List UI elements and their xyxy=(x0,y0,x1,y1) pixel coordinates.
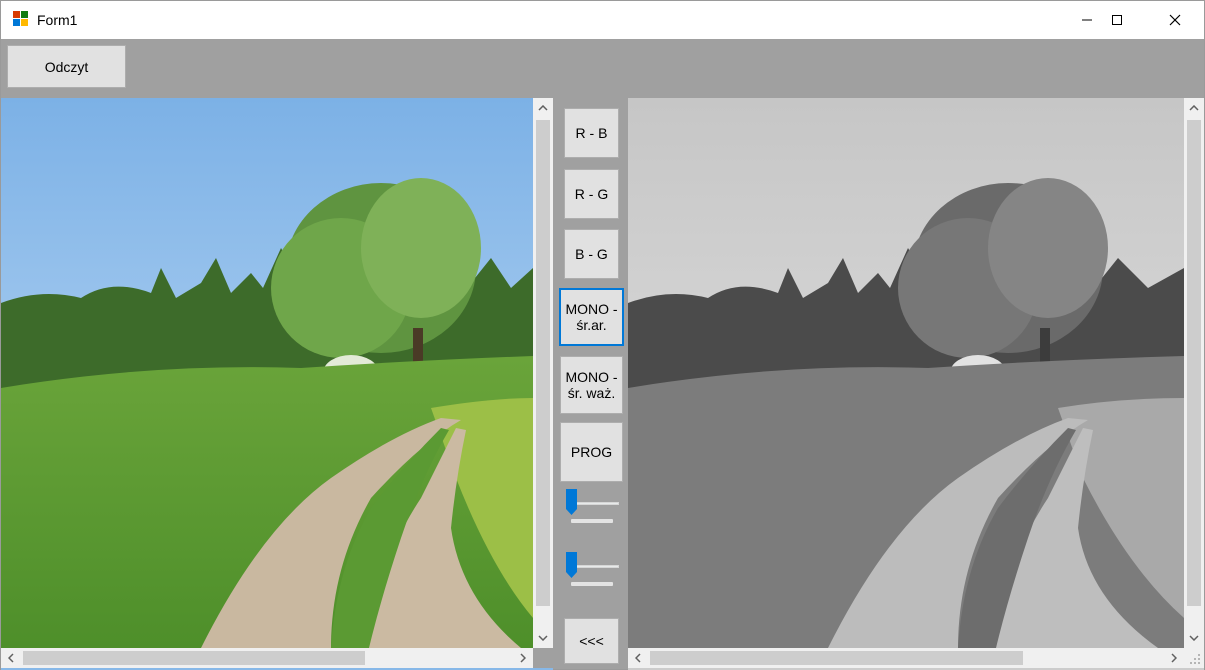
chevron-up-icon xyxy=(538,105,548,111)
chevron-left-icon xyxy=(8,653,14,663)
chevron-down-icon xyxy=(538,635,548,641)
mono-average-label-line2: śr.ar. xyxy=(576,317,607,333)
maximize-button[interactable] xyxy=(1088,1,1146,39)
left-picture-panel[interactable] xyxy=(1,98,553,670)
left-horizontal-scrollbar[interactable] xyxy=(1,648,533,668)
left-horizontal-scroll-thumb[interactable] xyxy=(23,651,365,665)
chevron-up-icon xyxy=(1189,105,1199,111)
slider-1-thumb[interactable] xyxy=(566,489,577,515)
size-grip[interactable] xyxy=(1184,648,1204,668)
chevron-right-icon xyxy=(520,653,526,663)
left-vertical-scrollbar[interactable] xyxy=(533,98,553,648)
mono-average-label-line1: MONO - xyxy=(565,301,618,317)
right-scroll-down-button[interactable] xyxy=(1184,628,1204,648)
right-horizontal-scroll-thumb[interactable] xyxy=(650,651,1023,665)
left-scroll-left-button[interactable] xyxy=(1,648,21,668)
close-icon xyxy=(1169,14,1181,26)
color-landscape-image xyxy=(1,98,533,648)
mono-weighted-label-line2: śr. waż. xyxy=(567,385,616,401)
r-b-button[interactable]: R - B xyxy=(564,108,619,158)
maximize-icon xyxy=(1112,15,1122,25)
right-picture-panel[interactable] xyxy=(628,98,1204,670)
left-vertical-scroll-thumb[interactable] xyxy=(536,120,550,606)
right-scroll-left-button[interactable] xyxy=(628,648,648,668)
load-button[interactable]: Odczyt xyxy=(7,45,126,88)
threshold-button[interactable]: PROG xyxy=(560,422,623,482)
toolbar: Odczyt xyxy=(1,39,1204,98)
size-grip-icon xyxy=(1190,654,1200,664)
right-vertical-scrollbar[interactable] xyxy=(1184,98,1204,648)
right-vertical-scroll-thumb[interactable] xyxy=(1187,120,1201,606)
form-app-icon xyxy=(13,11,29,27)
right-scroll-up-button[interactable] xyxy=(1184,98,1204,118)
r-g-button[interactable]: R - G xyxy=(564,169,619,219)
right-horizontal-scrollbar[interactable] xyxy=(628,648,1184,668)
slider-2-thumb[interactable] xyxy=(566,552,577,578)
grayscale-landscape-image xyxy=(628,98,1184,648)
right-scroll-right-button[interactable] xyxy=(1164,648,1184,668)
chevron-left-icon xyxy=(635,653,641,663)
form-window: Form1 Odczyt R - B R - G B - G MONO - śr… xyxy=(0,0,1205,670)
chevron-right-icon xyxy=(1171,653,1177,663)
left-scroll-down-button[interactable] xyxy=(533,628,553,648)
slider-1-ticks xyxy=(571,519,613,523)
chevron-down-icon xyxy=(1189,635,1199,641)
mono-average-button[interactable]: MONO - śr.ar. xyxy=(559,288,624,346)
title-bar[interactable]: Form1 xyxy=(1,1,1204,39)
left-scroll-up-button[interactable] xyxy=(533,98,553,118)
threshold-slider-1[interactable] xyxy=(561,489,619,529)
threshold-slider-2[interactable] xyxy=(561,552,619,592)
slider-2-ticks xyxy=(571,582,613,586)
left-scroll-right-button[interactable] xyxy=(513,648,533,668)
window-title: Form1 xyxy=(37,12,78,28)
b-g-button[interactable]: B - G xyxy=(564,229,619,279)
left-scroll-corner xyxy=(533,648,553,668)
mono-weighted-label-line1: MONO - xyxy=(565,369,618,385)
copy-back-button[interactable]: <<< xyxy=(564,618,619,664)
mono-weighted-button[interactable]: MONO - śr. waż. xyxy=(560,356,623,414)
close-button[interactable] xyxy=(1146,1,1204,39)
